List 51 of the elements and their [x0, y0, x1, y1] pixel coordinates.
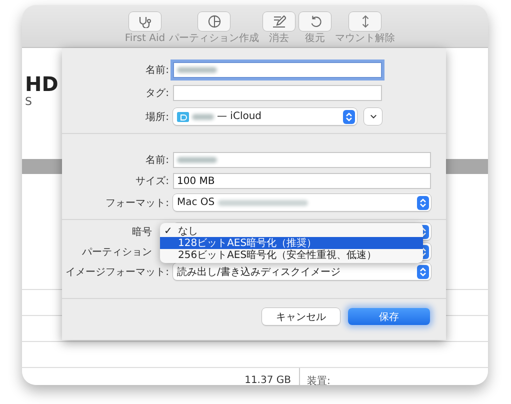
expand-button[interactable]: [364, 108, 382, 125]
field-label: フォーマット:: [104, 196, 169, 210]
field-label: タグ:: [144, 87, 169, 100]
location-value: — iCloud: [217, 111, 262, 122]
disk-subtitle: S: [25, 95, 32, 108]
toolbar-button[interactable]: [349, 12, 382, 31]
image-format-value: 読み出し/書き込みディスクイメージ: [177, 266, 340, 278]
menu-item[interactable]: ✓ なし: [160, 225, 423, 237]
stepper-icon: [343, 110, 355, 124]
device-label: 装置:: [306, 374, 330, 385]
cancel-button[interactable]: キャンセル: [262, 308, 340, 325]
menu-item[interactable]: 256ビットAES暗号化（安全性重視、低速）: [160, 249, 423, 261]
field-label: パーティション: [81, 246, 152, 258]
pencil-icon: [272, 15, 286, 28]
checkmark-icon: ✓: [164, 226, 172, 236]
toolbar-button[interactable]: [198, 12, 230, 31]
field-label: 名前:: [144, 64, 169, 77]
stethoscope-icon: [138, 16, 152, 28]
size-field[interactable]: 100 MB: [173, 173, 431, 189]
location-popup[interactable]: — iCloud: [173, 108, 357, 125]
field-label: サイズ:: [134, 175, 169, 188]
format-value: Mac OS: [177, 197, 215, 208]
save-button[interactable]: 保存: [348, 308, 430, 325]
field-label: 暗号: [131, 226, 152, 238]
toolbar-label: First Aid: [124, 34, 166, 44]
image-name-field[interactable]: [173, 152, 431, 168]
restore-icon: [308, 15, 322, 28]
toolbar-label: 消去: [269, 34, 290, 44]
toolbar-button[interactable]: [263, 12, 296, 31]
capacity-value: 11.37 GB: [22, 368, 300, 385]
format-popup[interactable]: Mac OS: [173, 194, 431, 211]
disk-title: HD: [25, 73, 58, 95]
field-label: 場所:: [144, 110, 169, 124]
blurred-text: [177, 67, 217, 73]
name-field[interactable]: [173, 62, 382, 78]
blurred-text: [177, 157, 217, 163]
stepper-icon: [417, 196, 429, 210]
menu-item[interactable]: 128ビットAES暗号化（推奨）: [160, 237, 423, 249]
field-label: イメージフォーマット:: [64, 266, 169, 278]
toolbar-label: 復元: [305, 34, 326, 44]
stepper-icon: [417, 264, 429, 278]
toolbar-label: パーティション作成: [169, 34, 260, 44]
blurred-text: [192, 114, 214, 120]
image-format-popup[interactable]: 読み出し/書き込みディスクイメージ: [173, 263, 431, 280]
field-label: 名前:: [144, 154, 169, 167]
tags-field[interactable]: [173, 85, 382, 101]
pie-chart-icon: [208, 15, 221, 28]
chevron-icon: [370, 114, 376, 119]
toolbar-button[interactable]: [299, 12, 332, 31]
toolbar-label: マウント解除: [335, 34, 396, 44]
toolbar-button[interactable]: [128, 12, 161, 31]
